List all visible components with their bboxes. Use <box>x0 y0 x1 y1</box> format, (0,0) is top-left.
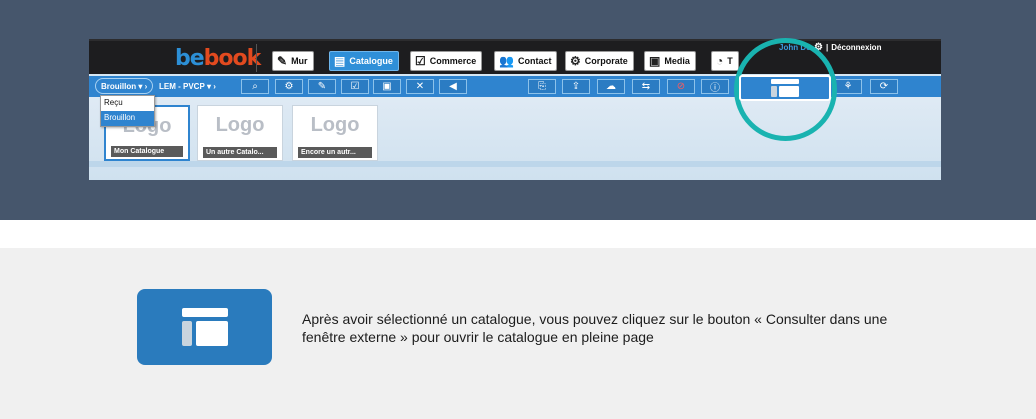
edit-icon: ✎ <box>317 81 327 92</box>
image-icon: ▣ <box>382 81 392 92</box>
settings-button[interactable]: ⚙ <box>275 79 303 94</box>
separator-band <box>0 220 1036 248</box>
nav-label: Contact <box>517 56 552 66</box>
external-window-icon <box>771 79 799 97</box>
validate-button[interactable]: ☑ <box>341 79 369 94</box>
gauge-icon: ◔ <box>716 54 724 68</box>
edit-button[interactable]: ✎ <box>308 79 336 94</box>
edit-icon: ✎ <box>277 54 288 68</box>
compare-icon: ⇆ <box>641 81 651 92</box>
status-dropdown[interactable]: Reçu Brouillon <box>100 95 155 127</box>
catalog-name: Un autre Catalo... <box>203 147 277 158</box>
compare-button[interactable]: ⇆ <box>632 79 660 94</box>
divider <box>256 44 257 72</box>
contacts-icon: 👥 <box>499 54 514 68</box>
network-button[interactable]: ⚘ <box>834 79 862 94</box>
nav-catalogue-button[interactable]: ▤ Catalogue <box>329 51 399 71</box>
corporate-icon: ⚙ <box>570 54 581 68</box>
cloud-icon: ☁ <box>606 81 616 92</box>
explanation-text: Après avoir sélectionné un catalogue, vo… <box>302 311 888 345</box>
nav-corporate-button[interactable]: ⚙ Corporate <box>565 51 634 71</box>
tools-button[interactable]: ✕ <box>406 79 434 94</box>
divider <box>89 161 941 167</box>
status-filter[interactable]: Brouillon ▾ › <box>95 78 154 94</box>
catalog-card[interactable]: Logo Encore un autr... <box>292 105 378 161</box>
store-label: LEM - PVCP <box>159 81 205 91</box>
gear-icon: ⚙ <box>284 81 294 92</box>
nav-contact-button[interactable]: 👥 Contact <box>494 51 558 71</box>
upload-icon: ⇪ <box>571 81 581 92</box>
catalog-logo: Logo <box>310 114 360 136</box>
open-external-button-zoomed[interactable] <box>739 75 831 101</box>
chevron-right-icon: › <box>144 81 148 91</box>
megaphone-icon: ◀ <box>449 81 457 92</box>
tutorial-slide: bebook ✎ Mur ▤ Catalogue ☑ Commerce 👥 Contac… <box>0 0 1036 419</box>
upload-button[interactable]: ⇪ <box>562 79 590 94</box>
tools-icon: ✕ <box>415 81 425 92</box>
dropdown-option[interactable]: Reçu <box>101 96 154 111</box>
info-icon: ⓘ <box>710 83 720 94</box>
sync-icon: ⟳ <box>879 81 889 92</box>
catalog-name: Encore un autr... <box>298 147 372 158</box>
nav-label: Catalogue <box>349 56 393 66</box>
checklist-icon: ☑ <box>415 54 426 68</box>
nav-label: Mur <box>291 56 308 66</box>
sync-button[interactable]: ⟳ <box>870 79 898 94</box>
bebook-logo[interactable]: bebook <box>175 46 262 71</box>
export-button[interactable]: ⎘ <box>528 79 556 94</box>
open-external-button-large <box>137 289 272 365</box>
catalog-name: Mon Catalogue <box>111 146 183 157</box>
logo-part-book: book <box>203 46 262 71</box>
nav-label: T <box>727 56 733 66</box>
logout-link[interactable]: Déconnexion <box>831 43 881 52</box>
block-button[interactable]: ⊘ <box>667 79 695 94</box>
nav-label: Corporate <box>584 56 628 66</box>
logo-part-be: be <box>175 46 205 71</box>
announce-button[interactable]: ◀ <box>439 79 467 94</box>
forbidden-icon: ⊘ <box>676 81 686 92</box>
search-catalog-button[interactable]: ⌕ <box>241 79 269 94</box>
catalog-icon: ▤ <box>334 54 346 68</box>
dropdown-option-selected[interactable]: Brouillon <box>101 111 154 126</box>
image-icon: ▣ <box>649 54 661 68</box>
status-label: Brouillon <box>101 81 137 91</box>
nav-label: Media <box>664 56 690 66</box>
nav-label: Commerce <box>429 56 477 66</box>
search-icon: ⌕ <box>252 81 258 92</box>
nav-media-button[interactable]: ▣ Media <box>644 51 696 71</box>
media-button[interactable]: ▣ <box>373 79 401 94</box>
export-icon: ⎘ <box>538 81 546 92</box>
nav-mur-button[interactable]: ✎ Mur <box>272 51 314 71</box>
catalog-card[interactable]: Logo Un autre Catalo... <box>197 105 283 161</box>
chevron-down-icon: ▾ <box>138 81 143 91</box>
user-separator: | <box>825 42 829 52</box>
nav-commerce-button[interactable]: ☑ Commerce <box>410 51 483 71</box>
check-icon: ☑ <box>350 81 360 92</box>
info-button[interactable]: ⓘ <box>701 79 729 94</box>
external-window-icon <box>181 308 228 346</box>
chevron-right-icon: › <box>213 81 216 91</box>
cloud-button[interactable]: ☁ <box>597 79 625 94</box>
store-filter[interactable]: LEM - PVCP ▾ › <box>159 78 216 94</box>
network-icon: ⚘ <box>843 81 853 92</box>
catalog-logo: Logo <box>215 114 265 136</box>
chevron-down-icon: ▾ <box>207 81 212 91</box>
nav-dashboard-button[interactable]: ◔ T <box>711 51 739 71</box>
